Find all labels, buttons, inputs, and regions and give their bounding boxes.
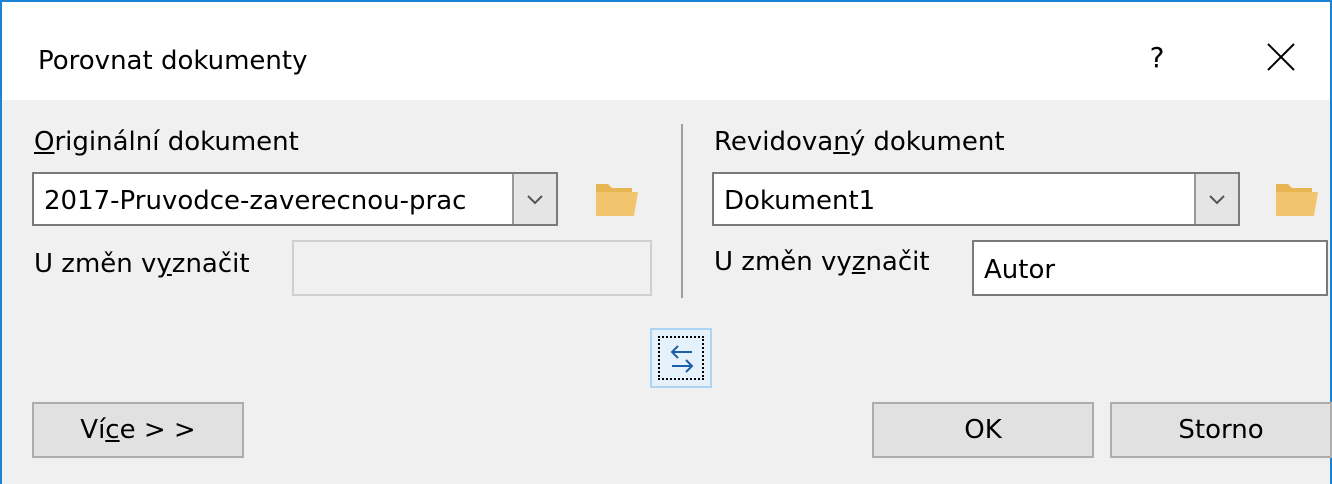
revised-document-combo[interactable]: Dokument1	[712, 172, 1240, 226]
swap-documents-button[interactable]	[650, 328, 712, 388]
ok-button[interactable]: OK	[872, 402, 1094, 458]
column-divider	[681, 124, 683, 298]
revised-document-label: Revidovaný dokument	[714, 127, 1005, 157]
browse-original-folder-icon[interactable]	[594, 180, 640, 218]
original-document-value: 2017-Pruvodce-zaverecnou-prac	[44, 186, 467, 216]
more-button[interactable]: Více > >	[32, 402, 244, 458]
revised-mark-changes-value: Autor	[984, 255, 1056, 285]
chevron-down-icon	[527, 195, 543, 205]
original-document-label: Originální dokument	[34, 127, 299, 157]
revised-dropdown-button[interactable]	[1194, 174, 1238, 224]
compare-documents-dialog: Porovnat dokumenty ? Originální dokument…	[0, 0, 1332, 484]
revised-mark-changes-field[interactable]: Autor	[972, 240, 1328, 296]
revised-document-value: Dokument1	[724, 186, 876, 216]
title-bar: Porovnat dokumenty ?	[2, 2, 1330, 100]
help-button[interactable]: ?	[1142, 38, 1172, 78]
revised-mark-changes-label: U změn vyznačit	[714, 247, 930, 277]
original-dropdown-button[interactable]	[512, 174, 556, 224]
original-mark-changes-label: U změn vyznačit	[34, 249, 250, 279]
original-document-combo[interactable]: 2017-Pruvodce-zaverecnou-prac	[32, 172, 558, 226]
close-icon[interactable]	[1258, 36, 1302, 80]
chevron-down-icon	[1209, 195, 1225, 205]
dialog-title: Porovnat dokumenty	[38, 46, 308, 76]
swap-arrows-icon	[670, 345, 694, 373]
original-mark-changes-field	[292, 240, 652, 296]
browse-revised-folder-icon[interactable]	[1274, 180, 1320, 218]
cancel-button[interactable]: Storno	[1110, 402, 1332, 458]
